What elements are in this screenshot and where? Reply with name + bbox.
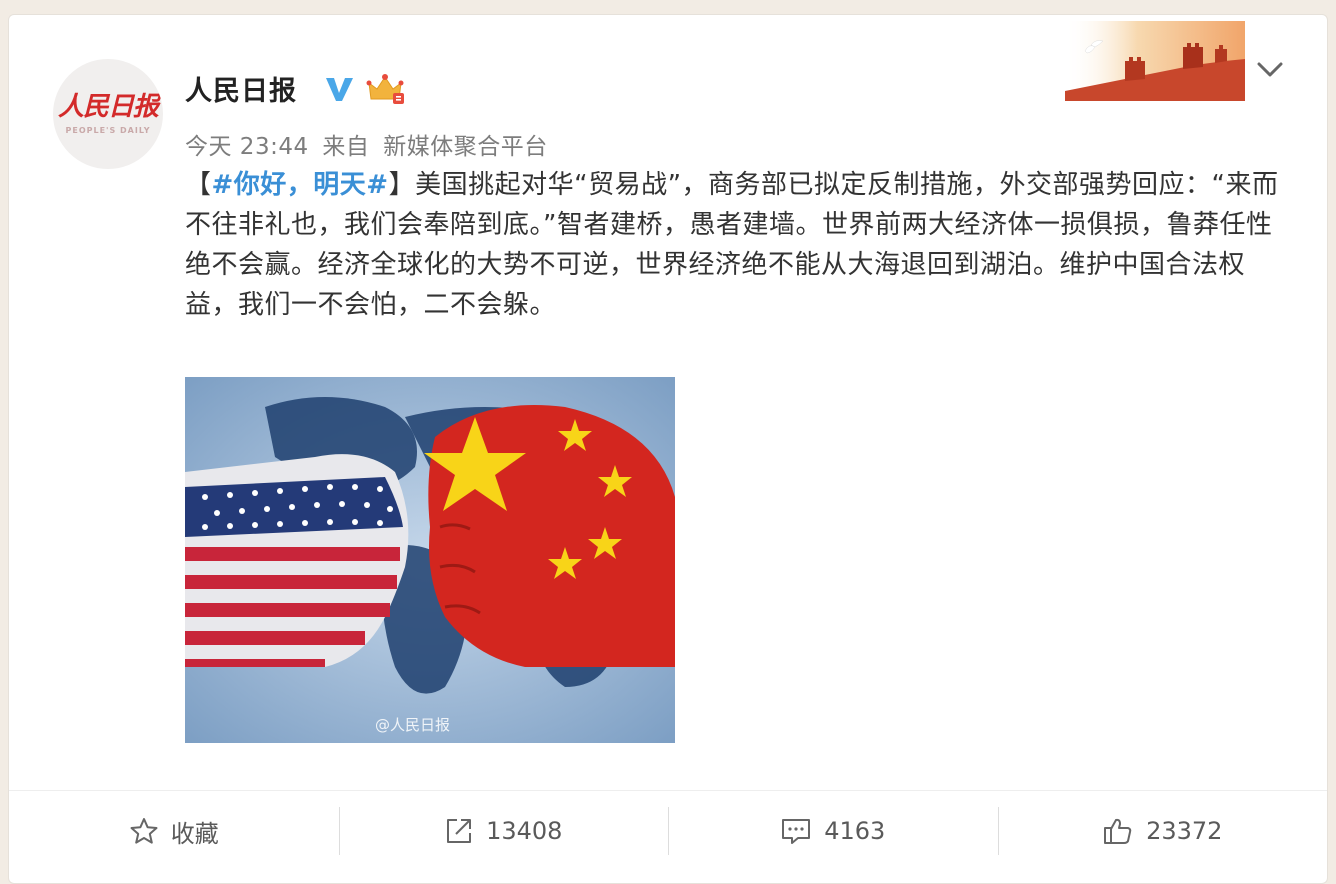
like-button[interactable]: 23372 xyxy=(997,791,1328,871)
hashtag-link[interactable]: #你好，明天# xyxy=(212,170,389,200)
comment-bubble-icon xyxy=(782,819,811,844)
avatar-logo-subtext: PEOPLE'S DAILY xyxy=(65,125,151,135)
great-wall-banner-icon xyxy=(1065,21,1245,101)
chevron-down-icon[interactable] xyxy=(1255,59,1285,81)
bracket-close: 】 xyxy=(388,170,416,200)
fists-illustration xyxy=(185,377,675,743)
favorite-label: 收藏 xyxy=(170,819,219,848)
repost-button[interactable]: 13408 xyxy=(338,791,669,871)
source-prefix: 来自 xyxy=(322,134,370,160)
post-source[interactable]: 新媒体聚合平台 xyxy=(383,134,548,160)
post-image[interactable]: @人民日报 xyxy=(185,377,675,743)
post-time[interactable]: 今天 23:44 xyxy=(185,134,309,160)
share-arrow-icon xyxy=(447,819,472,843)
like-count: 23372 xyxy=(1146,817,1223,845)
star-icon xyxy=(130,818,158,844)
bracket-open: 【 xyxy=(185,170,212,200)
comment-count: 4163 xyxy=(824,817,886,845)
action-bar: 收藏 13408 4163 23372 xyxy=(9,790,1327,871)
post-content: 【#你好，明天#】美国挑起对华“贸易战”，商务部已拟定反制措施，外交部强势回应：… xyxy=(185,165,1295,325)
comment-button[interactable]: 4163 xyxy=(668,791,998,871)
post-meta: 今天 23:44 来自 新媒体聚合平台 xyxy=(185,127,554,161)
avatar[interactable]: 人民日报 PEOPLE'S DAILY xyxy=(53,59,163,169)
favorite-button[interactable]: 收藏 xyxy=(9,791,339,871)
weibo-post-card: 人民日报 PEOPLE'S DAILY 人民日报 今天 23:44 来自 新媒体… xyxy=(8,14,1328,884)
image-watermark: @人民日报 xyxy=(375,716,451,734)
repost-count: 13408 xyxy=(486,817,563,845)
crown-icon[interactable] xyxy=(365,71,405,107)
verified-v-icon xyxy=(326,78,353,101)
thumbs-up-icon xyxy=(1104,818,1132,844)
avatar-logo-text: 人民日报 xyxy=(57,91,159,122)
author-name[interactable]: 人民日报 xyxy=(185,69,297,108)
